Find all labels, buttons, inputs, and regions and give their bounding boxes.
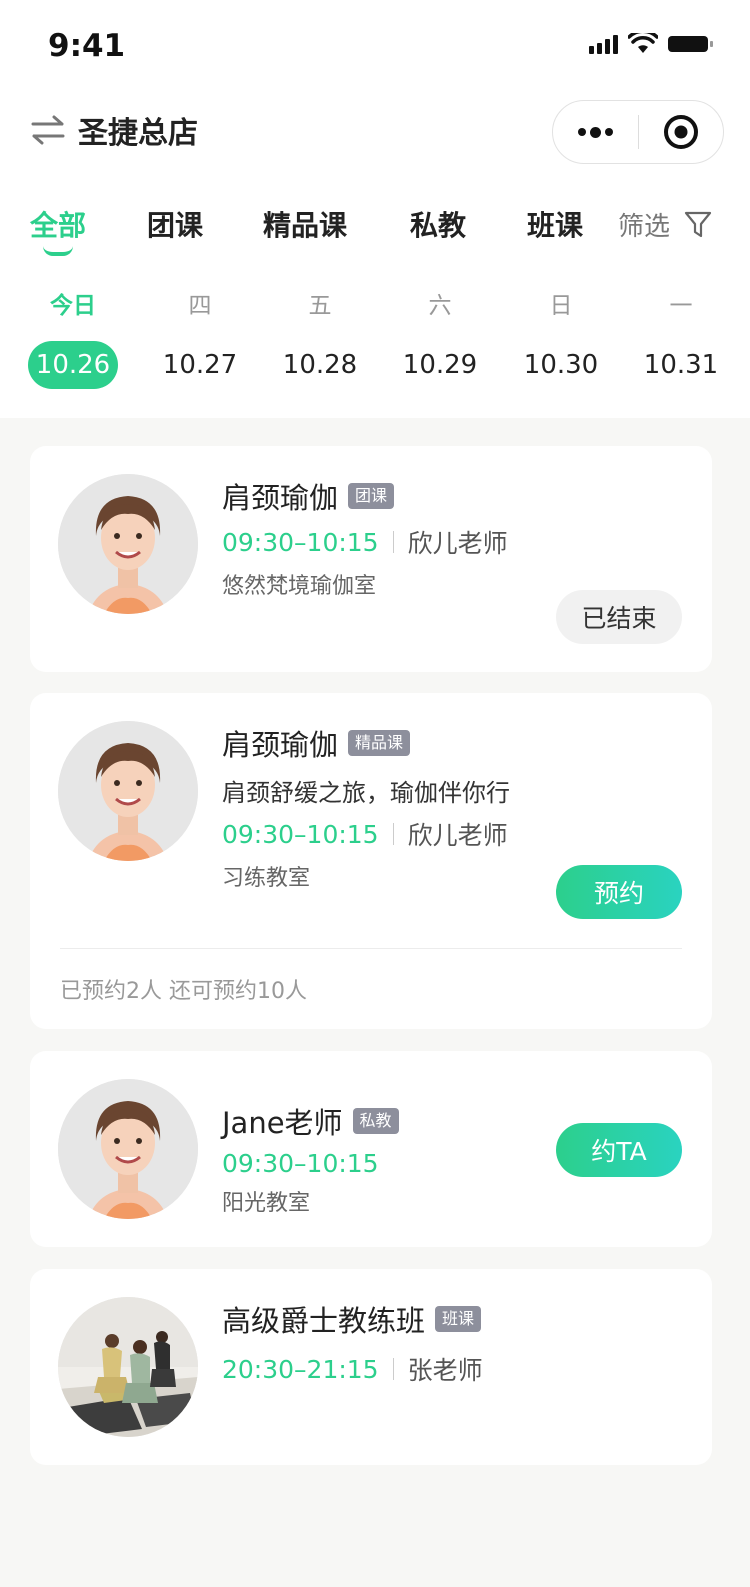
target-close-icon [663,115,698,149]
book-coach-button[interactable]: 约TA [556,1123,682,1177]
course-card[interactable]: 肩颈瑜伽 精品课 肩颈舒缓之旅，瑜伽伴你行 09:30–10:15 欣儿老师 习… [30,693,712,1029]
date-value: 10.29 [402,350,478,380]
course-type-badge: 班课 [435,1306,482,1332]
card-divider [60,948,682,949]
date-weekday: 今日 [50,293,96,319]
battery-icon [668,36,713,52]
course-title: 肩颈瑜伽 [222,481,339,515]
date-item[interactable]: 日 10.30 [506,291,616,389]
course-card[interactable]: 高级爵士教练班 班课 20:30–21:15 张老师 [30,1269,712,1465]
header-area: 9:41 圣捷总店 全部 团课 精品课 私教 班课 筛选 今日 10.26 四 … [0,0,750,418]
tab-premium-class[interactable]: 精品课 [263,204,347,244]
filter-funnel-icon [684,211,712,237]
tab-active-indicator [43,246,73,256]
date-value: 10.27 [162,350,238,380]
wifi-icon [628,33,658,53]
coach-avatar [58,474,198,614]
switch-store-icon [31,115,65,145]
course-title: 肩颈瑜伽 [222,728,339,762]
tab-private-coach[interactable]: 私教 [410,204,466,244]
date-value: 10.28 [282,350,358,380]
class-photo [58,1297,198,1437]
tab-class-course[interactable]: 班课 [527,204,583,244]
booking-note: 已预约2人 还可预约10人 [60,979,307,1004]
date-value: 10.31 [643,350,719,380]
course-time: 09:30–10:15 [222,819,379,849]
tab-group-class[interactable]: 团课 [147,204,203,244]
date-item[interactable]: 四 10.27 [145,291,255,389]
course-description: 肩颈舒缓之旅，瑜伽伴你行 [222,779,510,807]
filter-button[interactable]: 筛选 [618,206,712,243]
date-item[interactable]: 六 10.29 [385,291,495,389]
course-type-badge: 私教 [352,1108,399,1134]
course-room: 阳光教室 [222,1191,311,1216]
course-time: 20:30–21:15 [222,1354,379,1384]
course-time: 09:30–10:15 [222,527,379,557]
date-value: 10.30 [523,350,599,380]
tab-all[interactable]: 全部 [30,204,86,244]
date-item[interactable]: 一 10.31 [626,291,736,389]
date-weekday: 日 [549,293,573,319]
course-time: 09:30–10:15 [222,1148,379,1178]
coach-avatar [58,721,198,861]
date-item-today[interactable]: 今日 10.26 [18,291,128,389]
date-weekday: 一 [669,293,693,319]
date-weekday: 六 [428,293,452,319]
course-type-badge: 团课 [348,483,395,509]
course-title: 高级爵士教练班 [222,1304,426,1338]
course-teacher: 欣儿老师 [407,529,508,558]
status-time: 9:41 [48,28,126,64]
more-dots-icon [577,126,613,138]
course-card[interactable]: 肩颈瑜伽 团课 09:30–10:15 欣儿老师 悠然梵境瑜伽室 已结束 [30,446,712,672]
date-weekday: 四 [188,293,212,319]
course-teacher: 欣儿老师 [407,821,508,850]
store-name: 圣捷总店 [78,116,198,151]
coach-avatar [58,1079,198,1219]
course-type-badge: 精品课 [348,730,411,756]
coach-name: Jane老师 [222,1106,343,1140]
book-button[interactable]: 预约 [556,865,682,919]
date-item[interactable]: 五 10.28 [265,291,375,389]
close-miniapp-button[interactable] [639,101,724,163]
date-weekday: 五 [308,293,332,319]
ended-button[interactable]: 已结束 [556,590,682,644]
status-icons [589,33,714,55]
coach-card[interactable]: Jane老师 私教 09:30–10:15 阳光教室 约TA [30,1051,712,1247]
more-button[interactable] [553,101,638,163]
course-teacher: 张老师 [407,1356,483,1385]
store-switcher[interactable]: 圣捷总店 [30,108,198,152]
filter-label: 筛选 [618,212,671,242]
date-value: 10.26 [28,341,118,389]
miniapp-capsule [552,100,724,164]
signal-icon [589,34,618,54]
